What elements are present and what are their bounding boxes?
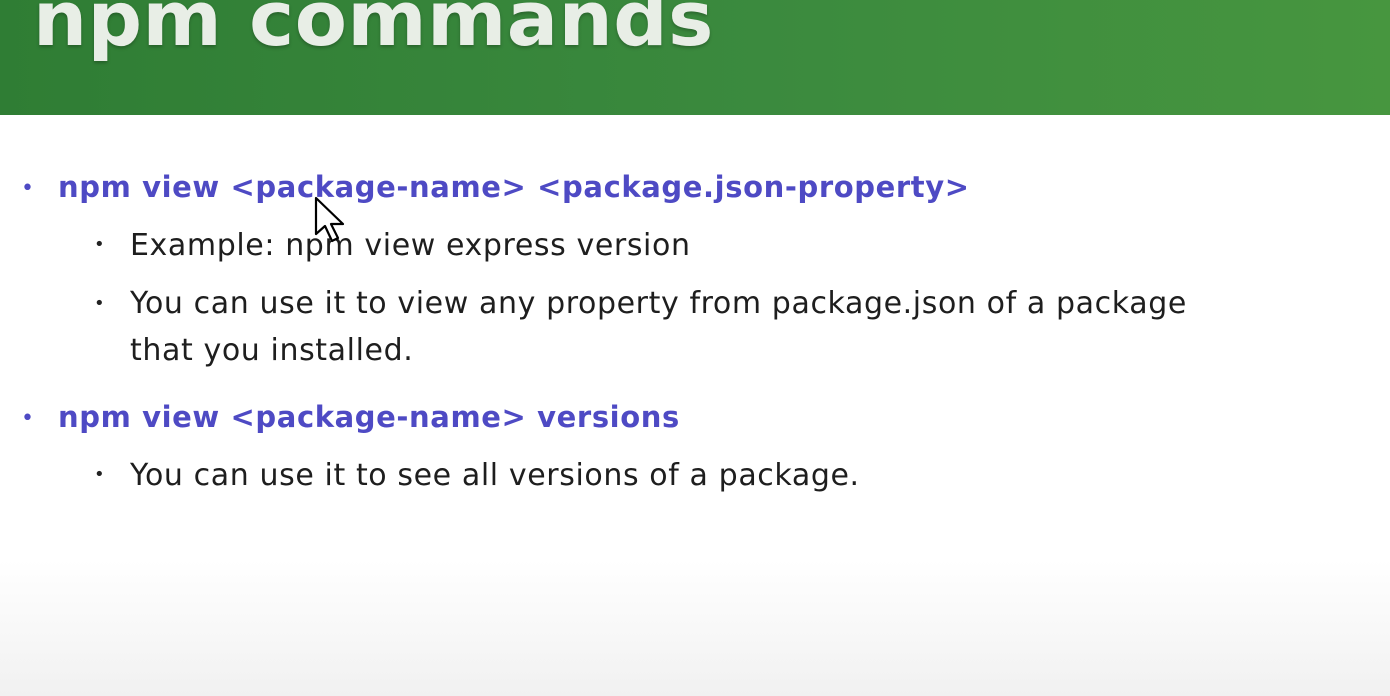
bullet-dot-icon: • bbox=[94, 234, 105, 255]
versions-description: You can use it to see all versions of a … bbox=[130, 458, 860, 493]
slide-header: npm commands bbox=[0, 0, 1390, 115]
slide-title: npm commands bbox=[33, 0, 714, 63]
bullet-dot-icon: • bbox=[21, 406, 34, 431]
command-npm-view-property: npm view <package-name> <package.json-pr… bbox=[58, 170, 970, 204]
bullet-dot-icon: • bbox=[94, 293, 105, 314]
command-npm-view-versions: npm view <package-name> versions bbox=[58, 400, 680, 434]
description-line-2: that you installed. bbox=[130, 333, 414, 368]
description-line-1: You can use it to view any property from… bbox=[130, 286, 1187, 321]
bullet-dot-icon: • bbox=[94, 464, 105, 485]
example-text: Example: npm view express version bbox=[130, 228, 691, 263]
mouse-pointer-icon bbox=[314, 196, 345, 243]
bullet-dot-icon: • bbox=[21, 176, 34, 201]
